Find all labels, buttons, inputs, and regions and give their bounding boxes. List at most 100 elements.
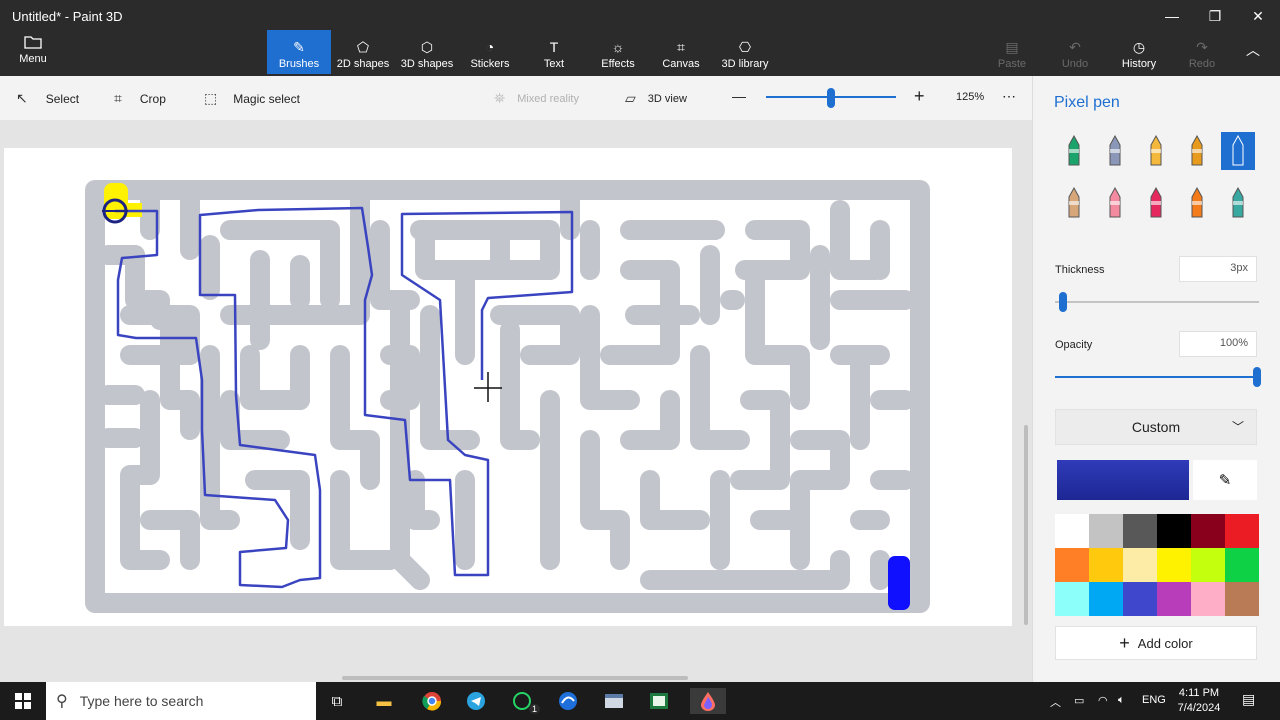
thickness-slider-track[interactable] [1055, 301, 1259, 303]
brush-panel: Pixel pen Thickness 3px Opacity 100% Cus… [1032, 76, 1280, 682]
taskbar-clock[interactable]: 4:11 PM 7/4/2024 [1170, 686, 1228, 716]
brush-oil-brush[interactable] [1139, 132, 1173, 170]
generic-app-icon[interactable] [600, 688, 628, 714]
canvas-workspace [0, 120, 1032, 682]
collapse-ribbon-icon[interactable]: ︿ [1246, 40, 1260, 60]
tab-3d-shapes[interactable]: ⬡ 3D shapes [395, 30, 459, 74]
color-swatch[interactable] [1123, 514, 1157, 548]
paste-button[interactable]: ▤ Paste [980, 30, 1044, 74]
color-swatch[interactable] [1191, 582, 1225, 616]
more-options-button[interactable]: ⋯ [1002, 88, 1016, 105]
magic-select-tool[interactable]: ⬚ Magic select [204, 90, 300, 107]
color-swatch[interactable] [1191, 548, 1225, 582]
drawing-canvas[interactable] [4, 148, 1012, 626]
brush-eraser[interactable] [1098, 184, 1132, 222]
color-swatch[interactable] [1225, 582, 1259, 616]
brush-crayon[interactable] [1139, 184, 1173, 222]
windows-start-icon[interactable] [9, 688, 37, 714]
tray-chevron-up-icon[interactable]: ︿ [1050, 694, 1061, 710]
color-swatch[interactable] [1055, 582, 1089, 616]
tab-label: 3D library [721, 58, 769, 70]
horizontal-scrollbar[interactable] [342, 676, 688, 680]
color-swatch[interactable] [1157, 514, 1191, 548]
excel-app-icon[interactable] [645, 688, 673, 714]
tab-text[interactable]: T Text [522, 30, 586, 74]
opacity-slider-thumb[interactable] [1253, 367, 1261, 387]
file-explorer-icon[interactable]: ▬ [370, 688, 398, 714]
opacity-slider-track[interactable] [1055, 376, 1257, 378]
volume-icon[interactable]: 🔈︎ [1118, 694, 1125, 707]
zoom-in-button[interactable]: + [914, 86, 925, 107]
current-color-preview[interactable] [1057, 460, 1189, 500]
opacity-label: Opacity [1055, 339, 1093, 351]
add-color-button[interactable]: + Add color [1055, 626, 1257, 660]
color-swatch[interactable] [1055, 548, 1089, 582]
brush-calligraphy-pen[interactable] [1098, 132, 1132, 170]
color-swatch[interactable] [1157, 548, 1191, 582]
eyedropper-button[interactable]: ✎ [1193, 460, 1257, 500]
close-button[interactable]: ✕ [1238, 2, 1278, 30]
tab-brushes[interactable]: ✎ Brushes [267, 30, 331, 74]
chrome-icon[interactable] [418, 688, 446, 714]
zoom-slider-thumb[interactable] [827, 88, 835, 108]
color-swatch[interactable] [1225, 548, 1259, 582]
tab-3d-library[interactable]: ⎔ 3D library [713, 30, 777, 74]
fill-icon [1232, 187, 1244, 218]
notifications-icon[interactable]: ▤ [1242, 691, 1255, 708]
color-swatch[interactable] [1055, 514, 1089, 548]
color-swatch[interactable] [1123, 582, 1157, 616]
redo-button[interactable]: ↷ Redo [1170, 30, 1234, 74]
language-indicator[interactable]: ENG [1142, 694, 1166, 706]
brush-pencil[interactable] [1057, 184, 1091, 222]
search-placeholder: Type here to search [79, 693, 204, 709]
color-mode-value: Custom [1131, 419, 1181, 435]
menu-button[interactable]: Menu [12, 34, 54, 72]
tab-label: Canvas [662, 58, 700, 70]
opacity-input[interactable]: 100% [1179, 331, 1257, 357]
color-swatch[interactable] [1157, 582, 1191, 616]
whatsapp-icon[interactable]: 1 [508, 688, 540, 714]
taskbar-search-box[interactable]: ⚲ Type here to search [46, 682, 316, 720]
color-swatch[interactable] [1191, 514, 1225, 548]
restore-button[interactable]: ❐ [1195, 2, 1235, 30]
brush-pixel-pen[interactable] [1221, 132, 1255, 170]
tab-canvas[interactable]: ⌗ Canvas [649, 30, 713, 74]
color-swatch[interactable] [1089, 548, 1123, 582]
color-swatch[interactable] [1089, 582, 1123, 616]
brush-marker[interactable] [1057, 132, 1091, 170]
3d-shapes-icon: ⬡ [420, 39, 434, 55]
select-tool[interactable]: ↖ Select [16, 90, 79, 107]
tab-2d-shapes[interactable]: ⬠ 2D shapes [331, 30, 395, 74]
paste-icon: ▤ [1005, 39, 1019, 55]
tab-effects[interactable]: ☼ Effects [586, 30, 650, 74]
zoom-level[interactable]: 125% [956, 91, 984, 103]
edge-dev-icon[interactable] [554, 688, 582, 714]
brush-watercolor[interactable] [1180, 132, 1214, 170]
tab-label: Text [543, 58, 565, 70]
color-swatch[interactable] [1123, 548, 1157, 582]
zoom-out-button[interactable]: — [732, 88, 746, 104]
wifi-icon[interactable]: ◠ [1098, 694, 1108, 707]
select-label: Select [45, 91, 80, 106]
thickness-input[interactable]: 3px [1179, 256, 1257, 282]
telegram-icon[interactable] [462, 688, 490, 714]
undo-button[interactable]: ↶ Undo [1043, 30, 1107, 74]
battery-icon[interactable]: ▭ [1074, 694, 1084, 707]
oil-brush-icon [1150, 135, 1162, 166]
task-view-icon[interactable]: ⧉ [323, 688, 351, 714]
color-mode-dropdown[interactable]: Custom ﹀ [1055, 409, 1257, 445]
paint-3d-icon[interactable] [690, 688, 726, 714]
minimize-button[interactable]: — [1152, 2, 1192, 30]
mixed-reality-button[interactable]: ⛯ Mixed reality [494, 90, 579, 107]
color-swatch[interactable] [1089, 514, 1123, 548]
brush-spray-can[interactable] [1180, 184, 1214, 222]
thickness-slider-thumb[interactable] [1059, 292, 1068, 312]
crosshair-cursor [474, 372, 502, 402]
tab-stickers[interactable]: ◔ Stickers [458, 30, 522, 74]
3d-view-toggle[interactable]: ▱ 3D view [625, 90, 687, 107]
vertical-scrollbar[interactable] [1024, 425, 1028, 625]
color-swatch[interactable] [1225, 514, 1259, 548]
crop-tool[interactable]: ⌗ Crop [114, 90, 166, 107]
brush-fill[interactable] [1221, 184, 1255, 222]
history-button[interactable]: ◷ History [1107, 30, 1171, 74]
